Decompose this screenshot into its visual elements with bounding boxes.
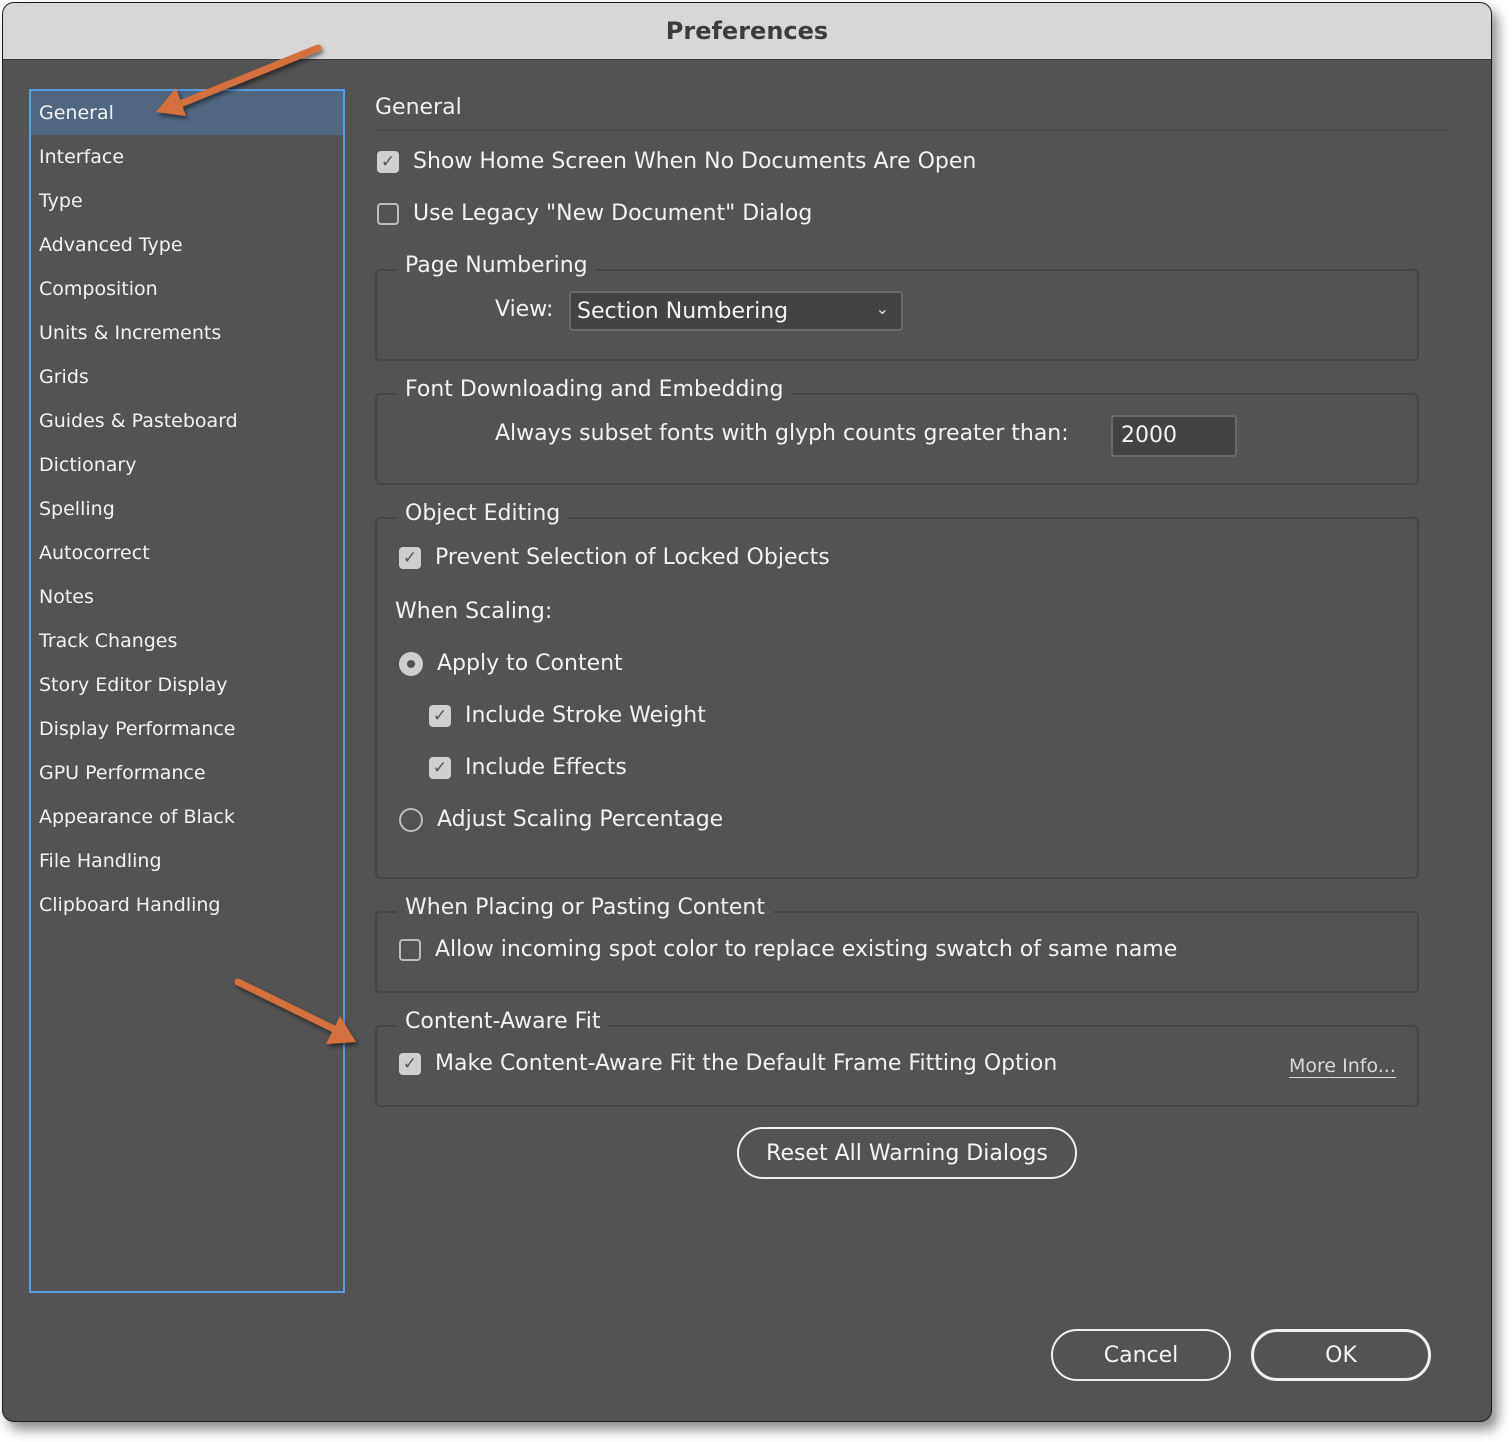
font-downloading-group: Font Downloading and Embedding Always su… [375, 377, 1419, 485]
font-downloading-heading: Font Downloading and Embedding [397, 377, 792, 402]
more-info-link[interactable]: More Info... [1289, 1055, 1396, 1077]
include-stroke-label: Include Stroke Weight [465, 703, 706, 728]
placing-pasting-group: When Placing or Pasting Content Allow in… [375, 895, 1419, 993]
when-scaling-label: When Scaling: [395, 599, 553, 624]
view-label: View: [495, 297, 554, 322]
adjust-scaling-label: Adjust Scaling Percentage [437, 807, 724, 832]
sidebar-item-dictionary[interactable]: Dictionary [31, 443, 343, 487]
sidebar-item-general[interactable]: General [31, 91, 343, 135]
preferences-category-list[interactable]: General Interface Type Advanced Type Com… [29, 89, 345, 1293]
preferences-dialog: Preferences General Interface Type Advan… [2, 2, 1492, 1422]
use-legacy-dialog-label: Use Legacy "New Document" Dialog [413, 201, 813, 226]
checkmark-icon: ✓ [432, 705, 448, 726]
sidebar-item-display-performance[interactable]: Display Performance [31, 707, 343, 751]
sidebar-item-file-handling[interactable]: File Handling [31, 839, 343, 883]
content-aware-fit-group: Content-Aware Fit ✓ Make Content-Aware F… [375, 1009, 1419, 1107]
sidebar-item-clipboard-handling[interactable]: Clipboard Handling [31, 883, 343, 927]
checkmark-icon: ✓ [402, 547, 418, 568]
title-divider [375, 130, 1451, 131]
sidebar-item-units-increments[interactable]: Units & Increments [31, 311, 343, 355]
object-editing-heading: Object Editing [397, 501, 569, 526]
include-effects-label: Include Effects [465, 755, 627, 780]
subset-fonts-label: Always subset fonts with glyph counts gr… [495, 421, 1069, 446]
sidebar-item-track-changes[interactable]: Track Changes [31, 619, 343, 663]
content-aware-fit-heading: Content-Aware Fit [397, 1009, 609, 1034]
allow-spot-color-checkbox[interactable] [399, 938, 421, 961]
sidebar-item-story-editor-display[interactable]: Story Editor Display [31, 663, 343, 707]
sidebar-item-notes[interactable]: Notes [31, 575, 343, 619]
apply-to-content-option[interactable]: Apply to Content [399, 651, 623, 676]
general-settings-panel: General ✓ Show Home Screen When No Docum… [375, 3, 1453, 1421]
chevron-down-icon: ⌄ [875, 299, 889, 318]
sidebar-item-guides-pasteboard[interactable]: Guides & Pasteboard [31, 399, 343, 443]
sidebar-item-interface[interactable]: Interface [31, 135, 343, 179]
sidebar-item-grids[interactable]: Grids [31, 355, 343, 399]
content-aware-default-option[interactable]: ✓ Make Content-Aware Fit the Default Fra… [399, 1051, 1057, 1076]
include-effects-option[interactable]: ✓ Include Effects [429, 755, 627, 780]
reset-warning-dialogs-button[interactable]: Reset All Warning Dialogs [737, 1127, 1077, 1179]
show-home-screen-checkbox[interactable]: ✓ [377, 150, 399, 173]
ok-button[interactable]: OK [1251, 1329, 1431, 1381]
sidebar-item-autocorrect[interactable]: Autocorrect [31, 531, 343, 575]
object-editing-group: Object Editing ✓ Prevent Selection of Lo… [375, 501, 1419, 879]
sidebar-item-type[interactable]: Type [31, 179, 343, 223]
include-effects-checkbox[interactable]: ✓ [429, 756, 451, 779]
sidebar-item-gpu-performance[interactable]: GPU Performance [31, 751, 343, 795]
checkmark-icon: ✓ [402, 1053, 418, 1074]
adjust-scaling-option[interactable]: Adjust Scaling Percentage [399, 807, 723, 832]
apply-to-content-radio[interactable] [399, 651, 423, 676]
prevent-selection-checkbox[interactable]: ✓ [399, 546, 421, 569]
page-numbering-view-dropdown[interactable]: Section Numbering ⌄ [569, 291, 903, 331]
use-legacy-dialog-option[interactable]: Use Legacy "New Document" Dialog [377, 201, 812, 226]
include-stroke-option[interactable]: ✓ Include Stroke Weight [429, 703, 706, 728]
checkmark-icon: ✓ [380, 151, 396, 172]
allow-spot-color-option[interactable]: Allow incoming spot color to replace exi… [399, 937, 1177, 962]
page-numbering-heading: Page Numbering [397, 253, 596, 278]
cancel-button[interactable]: Cancel [1051, 1329, 1231, 1381]
sidebar-item-appearance-of-black[interactable]: Appearance of Black [31, 795, 343, 839]
glyph-count-input[interactable]: 2000 [1111, 415, 1237, 457]
allow-spot-color-label: Allow incoming spot color to replace exi… [435, 937, 1178, 962]
prevent-selection-label: Prevent Selection of Locked Objects [435, 545, 830, 570]
checkmark-icon: ✓ [432, 757, 448, 778]
section-title: General [375, 95, 462, 120]
adjust-scaling-radio[interactable] [399, 807, 423, 832]
prevent-selection-option[interactable]: ✓ Prevent Selection of Locked Objects [399, 545, 830, 570]
sidebar-item-composition[interactable]: Composition [31, 267, 343, 311]
use-legacy-dialog-checkbox[interactable] [377, 202, 399, 225]
content-aware-default-checkbox[interactable]: ✓ [399, 1052, 421, 1075]
include-stroke-checkbox[interactable]: ✓ [429, 704, 451, 727]
page-numbering-group: Page Numbering View: Section Numbering ⌄ [375, 253, 1419, 361]
show-home-screen-option[interactable]: ✓ Show Home Screen When No Documents Are… [377, 149, 976, 174]
page-numbering-view-value: Section Numbering [577, 298, 789, 324]
content-aware-default-label: Make Content-Aware Fit the Default Frame… [435, 1051, 1058, 1076]
sidebar-item-advanced-type[interactable]: Advanced Type [31, 223, 343, 267]
apply-to-content-label: Apply to Content [437, 651, 623, 676]
placing-pasting-heading: When Placing or Pasting Content [397, 895, 773, 920]
sidebar-item-spelling[interactable]: Spelling [31, 487, 343, 531]
show-home-screen-label: Show Home Screen When No Documents Are O… [413, 149, 977, 174]
